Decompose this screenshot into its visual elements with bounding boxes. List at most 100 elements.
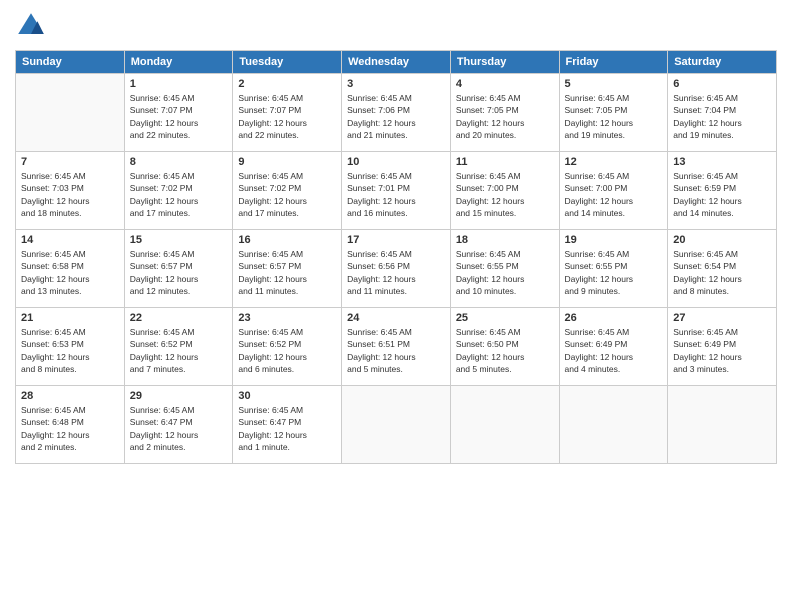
calendar-cell: 2 Sunrise: 6:45 AM Sunset: 7:07 PM Daylig… — [233, 74, 342, 152]
day-info: Sunrise: 6:45 AM Sunset: 6:57 PM Dayligh… — [238, 248, 336, 297]
day-number: 8 — [130, 156, 228, 168]
day-number: 15 — [130, 234, 228, 246]
calendar-cell: 28Sunrise: 6:45 AM Sunset: 6:48 PM Dayli… — [16, 386, 125, 464]
day-info: Sunrise: 6:45 AM Sunset: 6:49 PM Dayligh… — [565, 326, 663, 375]
weekday-header: Wednesday — [342, 51, 451, 74]
day-number: 6 — [673, 78, 771, 90]
day-info: Sunrise: 6:45 AM Sunset: 7:05 PM Dayligh… — [456, 92, 554, 141]
header — [15, 10, 777, 42]
calendar-week-row: 14 Sunrise: 6:45 AM Sunset: 6:58 PM Dayli… — [16, 230, 777, 308]
day-info: Sunrise: 6:45 AM Sunset: 7:04 PM Dayligh… — [673, 92, 771, 141]
day-info: Sunrise: 6:45 AM Sunset: 6:49 PM Dayligh… — [673, 326, 771, 375]
day-number: 19 — [565, 234, 663, 246]
day-number: 24 — [347, 312, 445, 324]
calendar-cell: 16Sunrise: 6:45 AM Sunset: 6:57 PM Dayli… — [233, 230, 342, 308]
calendar-cell: 12 Sunrise: 6:45 AM Sunset: 7:00 PM Dayli… — [559, 152, 668, 230]
calendar-cell: 25 Sunrise: 6:45 AM Sunset: 6:50 PM Dayli… — [450, 308, 559, 386]
day-info: Sunrise: 6:45 AM Sunset: 6:50 PM Dayligh… — [456, 326, 554, 375]
day-number: 25 — [456, 312, 554, 324]
calendar-cell: 19 Sunrise: 6:45 AM Sunset: 6:55 PM Dayli… — [559, 230, 668, 308]
day-info: Sunrise: 6:45 AM Sunset: 7:01 PM Dayligh… — [347, 170, 445, 219]
day-number: 5 — [565, 78, 663, 90]
day-number: 28 — [21, 390, 119, 402]
day-info: Sunrise: 6:45 AM Sunset: 6:53 PM Dayligh… — [21, 326, 119, 375]
day-info: Sunrise: 6:45 AM Sunset: 6:47 PM Dayligh… — [238, 404, 336, 453]
calendar-cell: 24 Sunrise: 6:45 AM Sunset: 6:51 PM Dayli… — [342, 308, 451, 386]
day-number: 13 — [673, 156, 771, 168]
calendar-cell: 22 Sunrise: 6:45 AM Sunset: 6:52 PM Dayli… — [124, 308, 233, 386]
calendar-cell — [16, 74, 125, 152]
calendar-cell: 23 Sunrise: 6:45 AM Sunset: 6:52 PM Dayli… — [233, 308, 342, 386]
weekday-header: Saturday — [668, 51, 777, 74]
calendar-cell: 13 Sunrise: 6:45 AM Sunset: 6:59 PM Dayli… — [668, 152, 777, 230]
day-number: 22 — [130, 312, 228, 324]
day-info: Sunrise: 6:45 AM Sunset: 6:54 PM Dayligh… — [673, 248, 771, 297]
calendar-cell: 15 Sunrise: 6:45 AM Sunset: 6:57 PM Dayli… — [124, 230, 233, 308]
calendar-cell: 8 Sunrise: 6:45 AM Sunset: 7:02 PM Daylig… — [124, 152, 233, 230]
day-info: Sunrise: 6:45 AM Sunset: 6:56 PM Dayligh… — [347, 248, 445, 297]
weekday-header: Friday — [559, 51, 668, 74]
day-number: 20 — [673, 234, 771, 246]
calendar-cell: 7Sunrise: 6:45 AM Sunset: 7:03 PM Daylig… — [16, 152, 125, 230]
calendar-cell: 21 Sunrise: 6:45 AM Sunset: 6:53 PM Dayli… — [16, 308, 125, 386]
day-info: Sunrise: 6:45 AM Sunset: 7:06 PM Dayligh… — [347, 92, 445, 141]
day-info: Sunrise: 6:45 AM Sunset: 6:55 PM Dayligh… — [456, 248, 554, 297]
calendar-header-row: SundayMondayTuesdayWednesdayThursdayFrid… — [16, 51, 777, 74]
day-number: 2 — [238, 78, 336, 90]
logo — [15, 10, 51, 42]
calendar-week-row: 1 Sunrise: 6:45 AM Sunset: 7:07 PM Daylig… — [16, 74, 777, 152]
day-number: 29 — [130, 390, 228, 402]
day-number: 18 — [456, 234, 554, 246]
calendar-cell: 27 Sunrise: 6:45 AM Sunset: 6:49 PM Dayli… — [668, 308, 777, 386]
calendar-cell: 17Sunrise: 6:45 AM Sunset: 6:56 PM Dayli… — [342, 230, 451, 308]
calendar-week-row: 7Sunrise: 6:45 AM Sunset: 7:03 PM Daylig… — [16, 152, 777, 230]
calendar-table: SundayMondayTuesdayWednesdayThursdayFrid… — [15, 50, 777, 464]
day-info: Sunrise: 6:45 AM Sunset: 6:57 PM Dayligh… — [130, 248, 228, 297]
day-number: 27 — [673, 312, 771, 324]
calendar-cell: 30 Sunrise: 6:45 AM Sunset: 6:47 PM Dayli… — [233, 386, 342, 464]
page: SundayMondayTuesdayWednesdayThursdayFrid… — [0, 0, 792, 612]
day-info: Sunrise: 6:45 AM Sunset: 7:03 PM Dayligh… — [21, 170, 119, 219]
day-number: 14 — [21, 234, 119, 246]
day-info: Sunrise: 6:45 AM Sunset: 6:59 PM Dayligh… — [673, 170, 771, 219]
day-number: 9 — [238, 156, 336, 168]
day-info: Sunrise: 6:45 AM Sunset: 6:47 PM Dayligh… — [130, 404, 228, 453]
calendar-cell: 5Sunrise: 6:45 AM Sunset: 7:05 PM Daylig… — [559, 74, 668, 152]
logo-icon — [15, 10, 47, 42]
day-info: Sunrise: 6:45 AM Sunset: 7:00 PM Dayligh… — [565, 170, 663, 219]
calendar-cell: 10 Sunrise: 6:45 AM Sunset: 7:01 PM Dayli… — [342, 152, 451, 230]
day-number: 23 — [238, 312, 336, 324]
day-number: 3 — [347, 78, 445, 90]
day-info: Sunrise: 6:45 AM Sunset: 7:07 PM Dayligh… — [130, 92, 228, 141]
calendar-body: 1 Sunrise: 6:45 AM Sunset: 7:07 PM Daylig… — [16, 74, 777, 464]
day-info: Sunrise: 6:45 AM Sunset: 7:02 PM Dayligh… — [130, 170, 228, 219]
weekday-header: Monday — [124, 51, 233, 74]
calendar-cell: 20 Sunrise: 6:45 AM Sunset: 6:54 PM Dayli… — [668, 230, 777, 308]
calendar-cell — [342, 386, 451, 464]
calendar-cell: 6 Sunrise: 6:45 AM Sunset: 7:04 PM Daylig… — [668, 74, 777, 152]
calendar-cell: 14 Sunrise: 6:45 AM Sunset: 6:58 PM Dayli… — [16, 230, 125, 308]
calendar-cell: 18 Sunrise: 6:45 AM Sunset: 6:55 PM Dayli… — [450, 230, 559, 308]
calendar-cell: 11Sunrise: 6:45 AM Sunset: 7:00 PM Dayli… — [450, 152, 559, 230]
weekday-header: Sunday — [16, 51, 125, 74]
day-number: 10 — [347, 156, 445, 168]
day-info: Sunrise: 6:45 AM Sunset: 6:52 PM Dayligh… — [130, 326, 228, 375]
calendar-cell: 4 Sunrise: 6:45 AM Sunset: 7:05 PM Daylig… — [450, 74, 559, 152]
calendar-cell: 9Sunrise: 6:45 AM Sunset: 7:02 PM Daylig… — [233, 152, 342, 230]
calendar-cell — [559, 386, 668, 464]
day-number: 4 — [456, 78, 554, 90]
calendar-week-row: 28Sunrise: 6:45 AM Sunset: 6:48 PM Dayli… — [16, 386, 777, 464]
calendar-cell: 26Sunrise: 6:45 AM Sunset: 6:49 PM Dayli… — [559, 308, 668, 386]
day-info: Sunrise: 6:45 AM Sunset: 6:58 PM Dayligh… — [21, 248, 119, 297]
weekday-header: Thursday — [450, 51, 559, 74]
day-number: 21 — [21, 312, 119, 324]
day-info: Sunrise: 6:45 AM Sunset: 6:55 PM Dayligh… — [565, 248, 663, 297]
day-number: 30 — [238, 390, 336, 402]
day-info: Sunrise: 6:45 AM Sunset: 7:00 PM Dayligh… — [456, 170, 554, 219]
day-number: 12 — [565, 156, 663, 168]
day-number: 1 — [130, 78, 228, 90]
calendar-cell — [668, 386, 777, 464]
day-info: Sunrise: 6:45 AM Sunset: 6:51 PM Dayligh… — [347, 326, 445, 375]
day-info: Sunrise: 6:45 AM Sunset: 7:07 PM Dayligh… — [238, 92, 336, 141]
day-info: Sunrise: 6:45 AM Sunset: 6:52 PM Dayligh… — [238, 326, 336, 375]
